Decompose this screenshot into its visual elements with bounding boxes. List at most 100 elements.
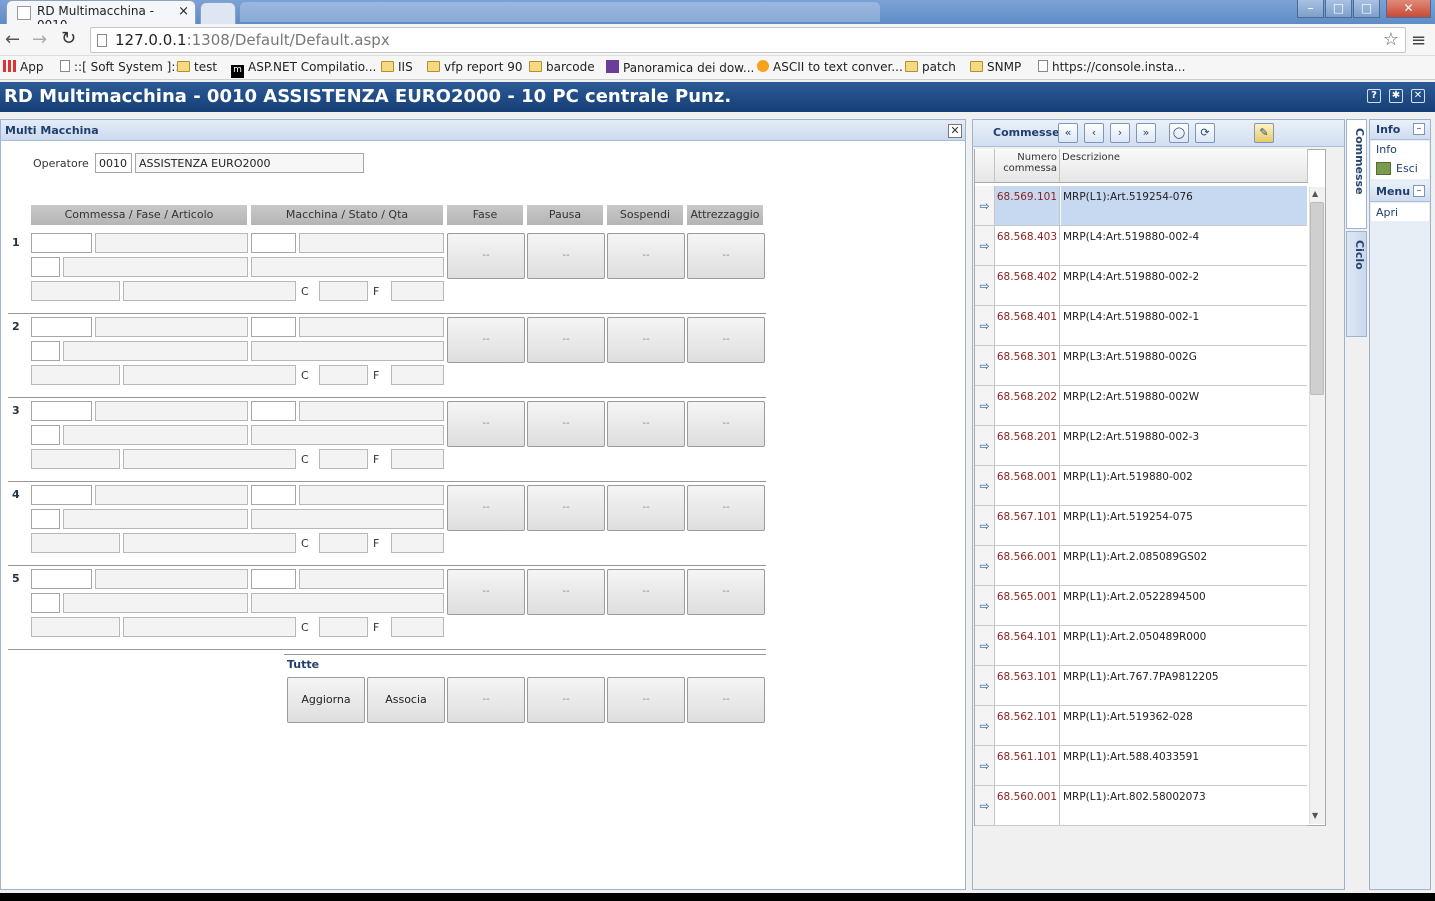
sospendi-button[interactable]: --	[607, 485, 685, 531]
menu-icon[interactable]: ≡	[1411, 30, 1426, 51]
row-arrow-icon[interactable]: ⇨	[975, 306, 995, 345]
tab-commesse[interactable]: Commesse	[1346, 119, 1367, 229]
macchina-field[interactable]	[251, 485, 296, 505]
bookmark-star-icon[interactable]: ☆	[1383, 29, 1399, 50]
tab-close-icon[interactable]: ×	[178, 4, 189, 19]
fase-button[interactable]: --	[447, 317, 525, 363]
pausa-button[interactable]: --	[527, 569, 605, 615]
sospendi-button[interactable]: --	[607, 317, 685, 363]
row-arrow-icon[interactable]: ⇨	[975, 386, 995, 425]
attrezzaggio-button[interactable]: --	[687, 401, 765, 447]
row-arrow-icon[interactable]: ⇨	[975, 226, 995, 265]
table-row[interactable]: ⇨ 68.562.101 MRP(L1):Art.519362-028	[975, 706, 1307, 746]
fase-button[interactable]: --	[447, 569, 525, 615]
bookmark-console[interactable]: https://console.insta...	[1038, 60, 1185, 74]
table-row[interactable]: ⇨ 68.568.402 MRP(L4:Art.519880-002-2	[975, 266, 1307, 306]
new-tab-button[interactable]	[200, 2, 236, 24]
fase-button[interactable]: --	[447, 233, 525, 279]
table-row[interactable]: ⇨ 68.567.101 MRP(L1):Art.519254-075	[975, 506, 1307, 546]
fase-field[interactable]	[31, 509, 60, 529]
bookmark-panoramica[interactable]: Panoramica dei dow...	[606, 60, 754, 75]
attrezzaggio-button[interactable]: --	[687, 317, 765, 363]
row-arrow-icon[interactable]: ⇨	[975, 706, 995, 745]
close-icon[interactable]: ✕	[1411, 89, 1425, 103]
key-filter-icon[interactable]: ✎	[1254, 123, 1274, 143]
attrezzaggio-button[interactable]: --	[687, 569, 765, 615]
scrollbar-thumb[interactable]	[1310, 202, 1324, 395]
table-row[interactable]: ⇨ 68.563.101 MRP(L1):Art.767.7PA9812205	[975, 666, 1307, 706]
reload-icon[interactable]: ↻	[61, 28, 76, 49]
commessa-field[interactable]	[31, 569, 92, 589]
lightbulb-icon[interactable]: ◯	[1169, 123, 1189, 143]
macchina-field[interactable]	[251, 569, 296, 589]
table-row[interactable]: ⇨ 68.568.001 MRP(L1):Art.519880-002	[975, 466, 1307, 506]
browser-tab-active[interactable]: RD Multimacchina - 0010 ×	[6, 0, 196, 32]
macchina-field[interactable]	[251, 317, 296, 337]
row-arrow-icon[interactable]: ⇨	[975, 506, 995, 545]
grid-header-descrizione[interactable]: Descrizione	[1060, 149, 1308, 183]
apri-link[interactable]: Apri	[1376, 206, 1398, 219]
info-link[interactable]: Info	[1376, 143, 1397, 156]
table-row[interactable]: ⇨ 68.569.101 MRP(L1):Art.519254-076	[975, 186, 1307, 226]
maximize-button[interactable]: □	[1353, 0, 1380, 18]
pausa-button[interactable]: --	[527, 233, 605, 279]
row-arrow-icon[interactable]: ⇨	[975, 586, 995, 625]
table-row[interactable]: ⇨ 68.568.301 MRP(L3:Art.519880-002G	[975, 346, 1307, 386]
operatore-code-field[interactable]: 0010	[95, 153, 132, 173]
last-page-button[interactable]: »	[1136, 123, 1156, 143]
minimize-button[interactable]: –	[1297, 0, 1324, 18]
bookmark-ascii[interactable]: ASCII to text conver...	[757, 60, 903, 74]
row-arrow-icon[interactable]: ⇨	[975, 666, 995, 705]
row-arrow-icon[interactable]: ⇨	[975, 426, 995, 465]
bookmark-iis[interactable]: IIS	[381, 60, 413, 74]
row-arrow-icon[interactable]: ⇨	[975, 786, 995, 825]
fase-field[interactable]	[31, 257, 60, 277]
bookmark-aspnet[interactable]: m ASP.NET Compilatio...	[231, 60, 376, 78]
help-icon[interactable]: ?	[1367, 89, 1381, 103]
grid-header-numero[interactable]: Numero commessa	[995, 149, 1060, 183]
tutte-fase-button[interactable]: --	[447, 677, 525, 723]
commessa-field[interactable]	[31, 401, 92, 421]
commessa-field[interactable]	[31, 317, 92, 337]
table-row[interactable]: ⇨ 68.568.202 MRP(L2:Art.519880-002W	[975, 386, 1307, 426]
address-bar[interactable]: 127.0.0.1:1308/Default/Default.aspx ☆	[90, 27, 1406, 53]
table-row[interactable]: ⇨ 68.565.001 MRP(L1):Art.2.0522894500	[975, 586, 1307, 626]
table-row[interactable]: ⇨ 68.560.001 MRP(L1):Art.802.58002073	[975, 786, 1307, 826]
bookmark-vfp[interactable]: vfp report 90	[427, 60, 523, 74]
window-close-button[interactable]: ✕	[1386, 0, 1431, 18]
tutte-attrezzaggio-button[interactable]: --	[687, 677, 765, 723]
row-arrow-icon[interactable]: ⇨	[975, 186, 995, 225]
fase-field[interactable]	[31, 593, 60, 613]
pausa-button[interactable]: --	[527, 317, 605, 363]
forward-arrow-icon[interactable]: →	[32, 29, 47, 50]
esci-link[interactable]: Esci	[1396, 162, 1418, 175]
associa-button[interactable]: Associa	[367, 677, 445, 723]
commessa-field[interactable]	[31, 233, 92, 253]
table-row[interactable]: ⇨ 68.568.201 MRP(L2:Art.519880-002-3	[975, 426, 1307, 466]
bookmark-patch[interactable]: patch	[905, 60, 956, 74]
row-arrow-icon[interactable]: ⇨	[975, 266, 995, 305]
macchina-field[interactable]	[251, 233, 296, 253]
prev-page-button[interactable]: ‹	[1084, 123, 1104, 143]
row-arrow-icon[interactable]: ⇨	[975, 626, 995, 665]
menu-collapse-icon[interactable]: –	[1413, 185, 1425, 197]
row-arrow-icon[interactable]: ⇨	[975, 466, 995, 505]
bookmark-app[interactable]: App	[3, 60, 43, 74]
aggiorna-button[interactable]: Aggiorna	[287, 677, 365, 723]
settings-icon[interactable]: ✱	[1389, 89, 1403, 103]
pausa-button[interactable]: --	[527, 401, 605, 447]
attrezzaggio-button[interactable]: --	[687, 485, 765, 531]
info-collapse-icon[interactable]: –	[1413, 123, 1425, 135]
bookmark-soft-system[interactable]: ::[ Soft System ]::	[60, 60, 179, 74]
bookmark-barcode[interactable]: barcode	[529, 60, 595, 74]
commessa-field[interactable]	[31, 485, 92, 505]
attrezzaggio-button[interactable]: --	[687, 233, 765, 279]
tutte-sospendi-button[interactable]: --	[607, 677, 685, 723]
row-arrow-icon[interactable]: ⇨	[975, 546, 995, 585]
restore-button[interactable]: □	[1325, 0, 1352, 18]
sospendi-button[interactable]: --	[607, 401, 685, 447]
bookmark-snmp[interactable]: SNMP	[970, 60, 1021, 74]
table-row[interactable]: ⇨ 68.564.101 MRP(L1):Art.2.050489R000	[975, 626, 1307, 666]
row-arrow-icon[interactable]: ⇨	[975, 746, 995, 785]
fase-button[interactable]: --	[447, 401, 525, 447]
